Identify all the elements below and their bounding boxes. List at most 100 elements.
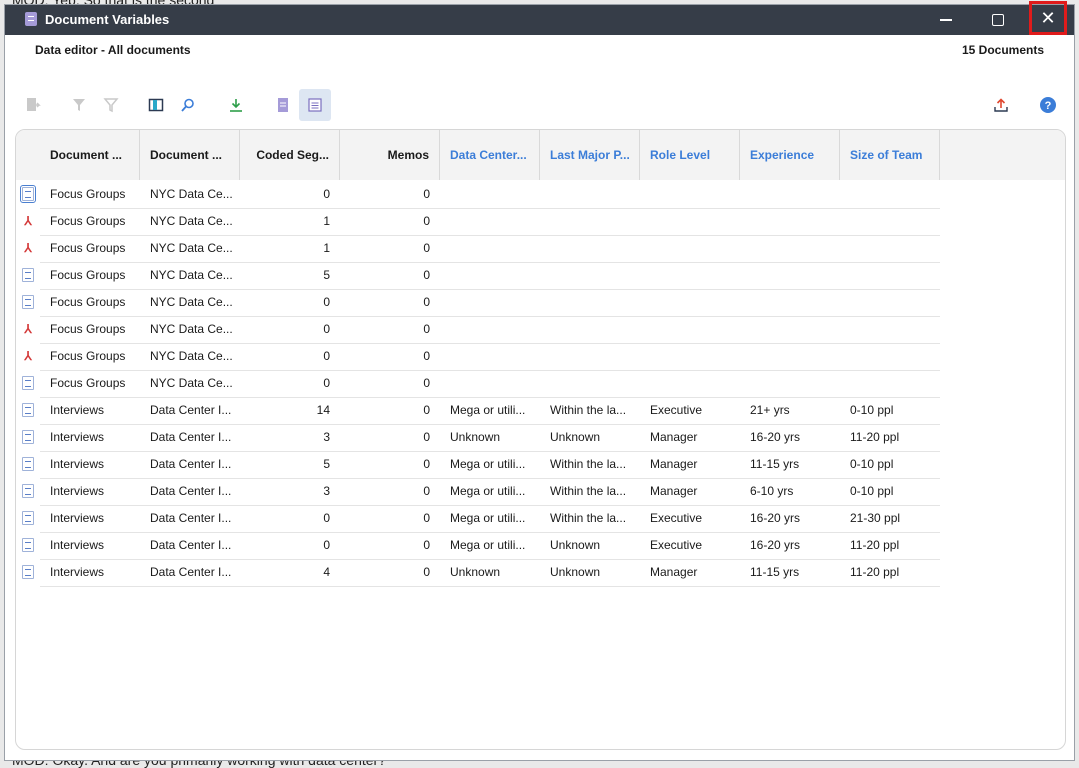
cell-size-of-team[interactable] <box>840 181 940 208</box>
cell-last-major[interactable] <box>540 316 640 343</box>
cell-size-of-team[interactable]: 11-20 ppl <box>840 532 940 559</box>
text-document-icon[interactable] <box>22 511 34 525</box>
cell-experience[interactable] <box>740 235 840 262</box>
cell-last-major[interactable] <box>540 262 640 289</box>
cell-size-of-team[interactable]: 21-30 ppl <box>840 505 940 532</box>
cell-coded-segments[interactable]: 0 <box>240 505 340 532</box>
cell-coded-segments[interactable]: 4 <box>240 559 340 586</box>
cell-experience[interactable]: 11-15 yrs <box>740 451 840 478</box>
cell-document-group[interactable]: Interviews <box>40 532 140 559</box>
columns-icon[interactable] <box>144 93 168 117</box>
cell-last-major[interactable] <box>540 181 640 208</box>
cell-size-of-team[interactable]: 11-20 ppl <box>840 424 940 451</box>
cell-data-center[interactable] <box>440 343 540 370</box>
cell-experience[interactable] <box>740 181 840 208</box>
cell-coded-segments[interactable]: 0 <box>240 289 340 316</box>
table-row[interactable]: Focus Groups NYC Data Ce... 5 0 <box>40 262 940 290</box>
table-row[interactable]: Interviews Data Center I... 14 0 Mega or uti… <box>40 397 940 425</box>
cell-document-name[interactable]: Data Center I... <box>140 505 240 532</box>
cell-memos[interactable]: 0 <box>340 478 440 505</box>
cell-role-level[interactable] <box>640 370 740 397</box>
close-button[interactable]: ✕ <box>1029 1 1067 35</box>
cell-coded-segments[interactable]: 3 <box>240 424 340 451</box>
cell-role-level[interactable] <box>640 343 740 370</box>
cell-size-of-team[interactable] <box>840 343 940 370</box>
cell-data-center[interactable]: Mega or utili... <box>440 478 540 505</box>
cell-last-major[interactable] <box>540 208 640 235</box>
cell-data-center[interactable] <box>440 208 540 235</box>
cell-last-major[interactable]: Within the la... <box>540 505 640 532</box>
text-document-icon[interactable] <box>22 430 34 444</box>
cell-memos[interactable]: 0 <box>340 559 440 586</box>
table-row[interactable]: Focus Groups NYC Data Ce... 0 0 <box>40 370 940 398</box>
cell-memos[interactable]: 0 <box>340 208 440 235</box>
cell-size-of-team[interactable] <box>840 289 940 316</box>
cell-document-name[interactable]: NYC Data Ce... <box>140 343 240 370</box>
cell-document-group[interactable]: Interviews <box>40 505 140 532</box>
cell-experience[interactable] <box>740 289 840 316</box>
cell-document-name[interactable]: NYC Data Ce... <box>140 316 240 343</box>
cell-experience[interactable] <box>740 208 840 235</box>
cell-data-center[interactable] <box>440 370 540 397</box>
cell-experience[interactable] <box>740 370 840 397</box>
document-new-icon[interactable] <box>21 93 45 117</box>
cell-size-of-team[interactable] <box>840 262 940 289</box>
cell-last-major[interactable]: Within the la... <box>540 478 640 505</box>
cell-data-center[interactable]: Mega or utili... <box>440 532 540 559</box>
cell-size-of-team[interactable]: 0-10 ppl <box>840 397 940 424</box>
cell-data-center[interactable]: Unknown <box>440 424 540 451</box>
cell-experience[interactable]: 16-20 yrs <box>740 505 840 532</box>
cell-document-group[interactable]: Focus Groups <box>40 262 140 289</box>
minimize-button[interactable] <box>923 5 969 35</box>
cell-coded-segments[interactable]: 0 <box>240 532 340 559</box>
text-document-icon[interactable] <box>22 538 34 552</box>
cell-memos[interactable]: 0 <box>340 505 440 532</box>
table-view-icon[interactable] <box>299 89 331 121</box>
maximize-button[interactable] <box>975 5 1021 35</box>
cell-document-name[interactable]: NYC Data Ce... <box>140 370 240 397</box>
text-document-icon[interactable] <box>22 484 34 498</box>
cell-last-major[interactable]: Within the la... <box>540 451 640 478</box>
cell-experience[interactable]: 16-20 yrs <box>740 424 840 451</box>
cell-document-name[interactable]: Data Center I... <box>140 397 240 424</box>
column-header-size-of-team[interactable]: Size of Team <box>840 130 940 180</box>
cell-document-group[interactable]: Focus Groups <box>40 370 140 397</box>
cell-memos[interactable]: 0 <box>340 181 440 208</box>
cell-size-of-team[interactable] <box>840 370 940 397</box>
table-row[interactable]: Interviews Data Center I... 0 0 Mega or util… <box>40 505 940 533</box>
document-list-icon[interactable] <box>271 93 295 117</box>
table-row[interactable]: Focus Groups NYC Data Ce... 1 0 <box>40 235 940 263</box>
cell-coded-segments[interactable]: 0 <box>240 370 340 397</box>
cell-document-name[interactable]: Data Center I... <box>140 451 240 478</box>
filter-icon[interactable] <box>67 93 91 117</box>
text-document-icon[interactable] <box>22 376 34 390</box>
cell-experience[interactable]: 6-10 yrs <box>740 478 840 505</box>
cell-size-of-team[interactable]: 0-10 ppl <box>840 451 940 478</box>
cell-experience[interactable] <box>740 316 840 343</box>
cell-document-group[interactable]: Interviews <box>40 397 140 424</box>
cell-data-center[interactable] <box>440 262 540 289</box>
cell-data-center[interactable] <box>440 235 540 262</box>
cell-document-group[interactable]: Focus Groups <box>40 235 140 262</box>
export-icon[interactable] <box>989 93 1013 117</box>
cell-data-center[interactable]: Unknown <box>440 559 540 586</box>
cell-last-major[interactable] <box>540 289 640 316</box>
cell-data-center[interactable]: Mega or utili... <box>440 451 540 478</box>
cell-coded-segments[interactable]: 0 <box>240 316 340 343</box>
cell-document-name[interactable]: NYC Data Ce... <box>140 262 240 289</box>
cell-role-level[interactable]: Manager <box>640 451 740 478</box>
cell-document-name[interactable]: NYC Data Ce... <box>140 289 240 316</box>
cell-coded-segments[interactable]: 1 <box>240 208 340 235</box>
cell-coded-segments[interactable]: 14 <box>240 397 340 424</box>
cell-document-name[interactable]: Data Center I... <box>140 532 240 559</box>
table-row[interactable]: Interviews Data Center I... 5 0 Mega or util… <box>40 451 940 479</box>
cell-data-center[interactable] <box>440 289 540 316</box>
cell-role-level[interactable]: Manager <box>640 424 740 451</box>
cell-role-level[interactable] <box>640 181 740 208</box>
cell-size-of-team[interactable] <box>840 316 940 343</box>
table-row[interactable]: Interviews Data Center I... 3 0 Mega or util… <box>40 478 940 506</box>
cell-document-name[interactable]: Data Center I... <box>140 559 240 586</box>
table-row[interactable]: Interviews Data Center I... 4 0 Unknown Unkno… <box>40 559 940 587</box>
table-row[interactable]: Focus Groups NYC Data Ce... 0 0 <box>40 181 940 209</box>
cell-document-group[interactable]: Interviews <box>40 451 140 478</box>
